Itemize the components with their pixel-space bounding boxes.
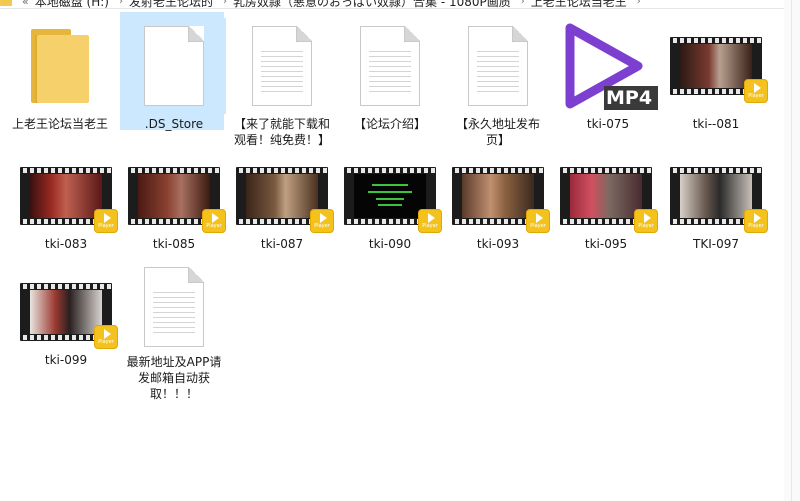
folder-icon: [31, 29, 89, 103]
file-name: tki-090: [368, 237, 412, 251]
file-item-video[interactable]: Player tki-093: [446, 158, 550, 252]
text-document-icon: [252, 26, 312, 106]
mp4-label: MP4: [606, 87, 653, 109]
address-bar[interactable]: « 本地磁盘 (H:) › 发射老王论坛的 › 乳房奴隷（悪意のおっぱい奴隷）合…: [0, 0, 800, 9]
text-document-icon: [360, 26, 420, 106]
player-badge-icon: Player: [94, 209, 118, 233]
video-thumbnail: Player: [236, 167, 334, 233]
file-item-mp4[interactable]: MP4 tki-075: [556, 18, 660, 132]
file-item-video[interactable]: Player tki-090: [338, 158, 442, 252]
file-item-doc[interactable]: 【永久地址发布页】: [446, 18, 550, 148]
file-name: tki-075: [586, 117, 630, 131]
mp4-play-icon: MP4: [560, 18, 658, 114]
file-item-folder[interactable]: 上老王论坛当老王: [8, 18, 112, 132]
file-name: 上老王论坛当老王: [12, 117, 109, 131]
file-item-doc[interactable]: 【来了就能下载和观看！纯免费！】: [230, 18, 334, 148]
file-item-video[interactable]: Player tki--081: [664, 18, 768, 132]
player-badge-icon: Player: [202, 209, 226, 233]
player-badge-icon: Player: [526, 209, 550, 233]
text-document-icon: [144, 267, 204, 347]
file-name: tki-099: [44, 353, 88, 367]
file-item-video[interactable]: Player tki-085: [122, 158, 226, 252]
file-name: tki--081: [692, 117, 740, 131]
chevron-left-icon[interactable]: «: [22, 0, 29, 8]
video-thumbnail: Player: [670, 167, 768, 233]
blank-file-icon: [144, 26, 204, 106]
file-name: tki-087: [260, 237, 304, 251]
file-name: tki-085: [152, 237, 196, 251]
player-badge-icon: Player: [634, 209, 658, 233]
vertical-scrollbar[interactable]: [784, 0, 800, 501]
file-name: 【来了就能下载和观看！纯免费！】: [234, 117, 331, 147]
file-name: .DS_Store: [144, 117, 204, 131]
file-name: 【永久地址发布页】: [455, 117, 540, 147]
video-thumbnail: Player: [128, 167, 226, 233]
file-item-video[interactable]: Player tki-095: [554, 158, 658, 252]
chevron-right-icon: ›: [223, 0, 227, 7]
player-badge-icon: Player: [744, 79, 768, 103]
file-item-ds-store[interactable]: .DS_Store: [120, 12, 226, 132]
file-name: 最新地址及APP请发邮箱自动获取！！！: [126, 355, 222, 401]
file-name: tki-095: [584, 237, 628, 251]
file-item-video[interactable]: Player tki-087: [230, 158, 334, 252]
player-badge-icon: Player: [418, 209, 442, 233]
file-item-doc[interactable]: 【论坛介绍】: [338, 18, 442, 132]
breadcrumb-folder-1[interactable]: 发射老王论坛的: [129, 0, 213, 8]
player-badge-icon: Player: [310, 209, 334, 233]
player-badge-icon: Player: [744, 209, 768, 233]
file-name: 【论坛介绍】: [353, 117, 426, 131]
file-name: tki-093: [476, 237, 520, 251]
file-name: tki-083: [44, 237, 88, 251]
video-thumbnail: Player: [560, 167, 658, 233]
video-thumbnail: Player: [20, 167, 118, 233]
player-badge-icon: Player: [94, 325, 118, 349]
file-item-video[interactable]: Player TKI-097: [664, 158, 768, 252]
file-item-video[interactable]: Player tki-083: [14, 158, 118, 252]
breadcrumb-folder-3[interactable]: 上老王论坛当老王: [531, 0, 627, 8]
video-thumbnail: Player: [20, 283, 118, 349]
folder-icon: [0, 0, 12, 6]
file-name: TKI-097: [693, 237, 739, 251]
chevron-right-icon: ›: [118, 0, 123, 7]
chevron-right-icon: ›: [520, 0, 525, 7]
chevron-right-icon: ›: [636, 0, 641, 7]
file-item-doc[interactable]: 最新地址及APP请发邮箱自动获取！！！: [122, 262, 226, 402]
video-thumbnail: Player: [344, 167, 442, 233]
breadcrumb-drive[interactable]: 本地磁盘 (H:): [35, 0, 109, 8]
video-thumbnail: Player: [670, 37, 768, 103]
text-document-icon: [468, 26, 528, 106]
file-item-video[interactable]: Player tki-099: [14, 274, 118, 368]
video-thumbnail: Player: [452, 167, 550, 233]
breadcrumb-folder-2[interactable]: 乳房奴隷（悪意のおっぱい奴隷）合集 - 1080P画质: [233, 0, 511, 8]
